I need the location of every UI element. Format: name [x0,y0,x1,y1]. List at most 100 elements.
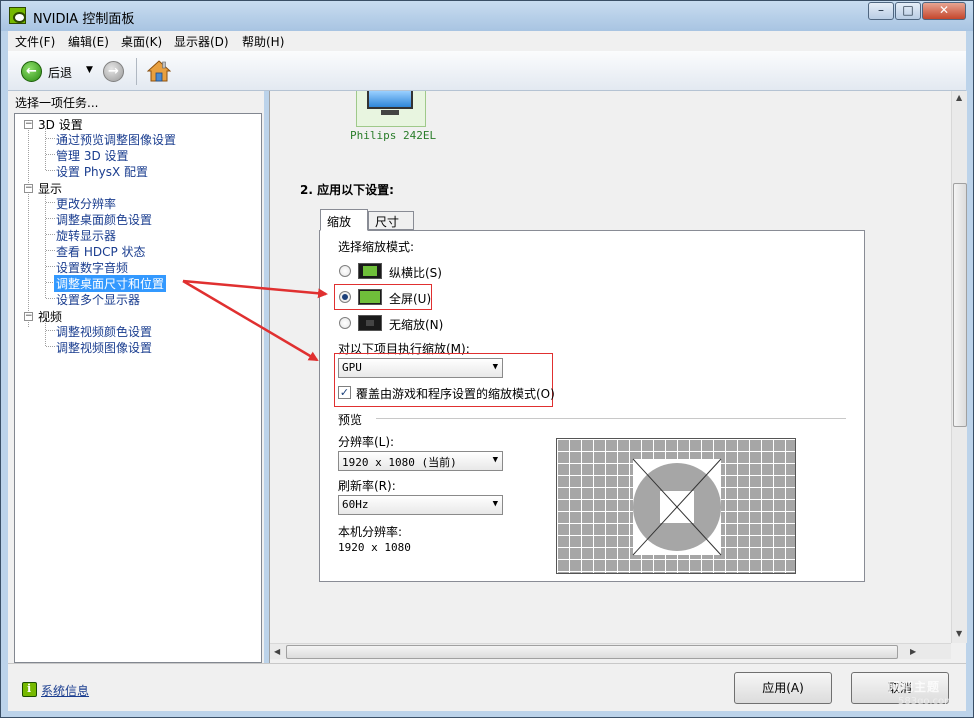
menu-help[interactable]: 帮助(H) [242,33,284,50]
tree-connector [46,170,55,171]
tree-item-manage-3d[interactable]: 管理 3D 设置 [56,147,129,164]
monitor-thumbnail[interactable] [356,91,426,127]
settings-pane: Philips 242EL 2. 应用以下设置: 缩放 尺寸 选择缩放模式: 纵… [269,91,967,663]
resolution-label: 分辨率(L): [338,435,395,449]
scroll-left-icon[interactable]: ◀ [274,647,280,656]
vertical-scrollbar[interactable]: ▲ ▼ [951,91,967,643]
native-resolution-value: 1920 x 1080 [338,541,411,554]
scroll-down-icon[interactable]: ▼ [956,629,962,638]
collapse-3d-icon[interactable]: − [24,120,33,129]
back-button-label[interactable]: 后退 [48,64,72,81]
minimize-button[interactable]: – [868,2,894,20]
tree-connector [45,128,46,170]
tree-connector [46,330,55,331]
tree-item-physx[interactable]: 设置 PhysX 配置 [56,163,148,180]
refresh-rate-value: 60Hz [342,498,369,511]
preview-label: 预览 [338,413,363,427]
apply-button[interactable]: 应用(A) [734,672,832,704]
maximize-button[interactable]: □ [895,2,921,20]
history-dropdown-icon[interactable]: ▼ [86,65,93,75]
native-resolution-label: 本机分辨率: [338,525,403,539]
menu-display[interactable]: 显示器(D) [174,33,229,50]
tree-connector [46,234,55,235]
resolution-value: 1920 x 1080 (当前) [342,456,457,469]
menu-desktop[interactable]: 桌面(K) [121,33,162,50]
tab-size[interactable]: 尺寸 [368,211,414,230]
tree-connector [46,218,55,219]
menu-file[interactable]: 文件(F) [15,33,55,50]
collapse-display-icon[interactable]: − [24,184,33,193]
forward-arrow-icon[interactable]: → [103,61,124,82]
tree-connector [46,346,55,347]
tree-item-digital-audio[interactable]: 设置数字音频 [56,259,128,276]
preview-test-pattern-icon [632,458,722,556]
settings-content: Philips 242EL 2. 应用以下设置: 缩放 尺寸 选择缩放模式: 纵… [270,91,951,643]
tree-item-desktop-size-position[interactable]: 调整桌面尺寸和位置 [54,275,167,292]
nvidia-control-panel-window: NVIDIA 控制面板 – □ ✕ 文件(F) 编辑(E) 桌面(K) 显示器(… [0,0,974,718]
no-scaling-icon [358,315,382,331]
tree-connector [46,298,55,299]
tree-connector [46,138,55,139]
scroll-up-icon[interactable]: ▲ [956,93,962,102]
horizontal-scrollbar[interactable]: ◀ ▶ [270,643,951,659]
refresh-rate-dropdown[interactable]: 60Hz ▼ [338,495,503,515]
perform-scaling-dropdown[interactable]: GPU ▼ [338,358,503,378]
fullscreen-label[interactable]: 全屏(U) [389,290,431,307]
no-scaling-label[interactable]: 无缩放(N) [389,316,443,333]
aspect-ratio-icon [358,263,382,279]
tree-connector [46,266,55,267]
scaling-preview [556,438,796,574]
vertical-scroll-thumb[interactable] [953,183,967,427]
tree-item-preview-image[interactable]: 通过预览调整图像设置 [56,131,176,148]
aspect-ratio-radio[interactable] [339,265,351,277]
resolution-dropdown[interactable]: 1920 x 1080 (当前) ▼ [338,451,503,471]
no-scaling-radio[interactable] [339,317,351,329]
scroll-right-icon[interactable]: ▶ [910,647,916,656]
menu-edit[interactable]: 编辑(E) [68,33,109,50]
toolbar-separator [136,58,137,85]
system-info-icon[interactable] [22,682,37,697]
fullscreen-icon [358,289,382,305]
bottom-bar: 系统信息 应用(A) 取消 [8,663,966,711]
perform-scaling-value: GPU [342,361,362,374]
task-tree[interactable]: − 3D 设置 通过预览调整图像设置 管理 3D 设置 设置 PhysX 配置 … [14,113,262,663]
tab-scaling[interactable]: 缩放 [320,209,368,231]
tree-connector [46,154,55,155]
close-button[interactable]: ✕ [922,2,966,20]
tree-item-video-color[interactable]: 调整视频颜色设置 [56,323,152,340]
watermark-sub-text: 583go.com [898,696,954,707]
tree-item-change-resolution[interactable]: 更改分辨率 [56,195,116,212]
monitor-stand-icon [381,110,399,115]
preview-divider [376,418,846,419]
tree-connector [28,128,29,327]
tree-item-hdcp-status[interactable]: 查看 HDCP 状态 [56,243,146,260]
monitor-name: Philips 242EL [350,129,437,142]
tree-item-rotate-display[interactable]: 旋转显示器 [56,227,116,244]
override-checkbox[interactable]: ✓ [338,386,351,399]
aspect-ratio-label[interactable]: 纵横比(S) [389,264,442,281]
section-title: 2. 应用以下设置: [300,183,394,197]
tree-connector [46,250,55,251]
task-pane: 选择一项任务... − 3D 设置 通过预览调整图像设置 管理 3D 设置 设置… [8,91,264,663]
horizontal-scroll-thumb[interactable] [286,645,898,659]
menu-bar: 文件(F) 编辑(E) 桌面(K) 显示器(D) 帮助(H) [8,31,966,51]
title-bar[interactable]: NVIDIA 控制面板 – □ ✕ [1,1,973,31]
system-info-link[interactable]: 系统信息 [41,682,89,699]
home-icon[interactable] [147,59,171,83]
fullscreen-radio[interactable] [339,291,351,303]
tree-item-video-image[interactable]: 调整视频图像设置 [56,339,152,356]
tree-item-desktop-color[interactable]: 调整桌面颜色设置 [56,211,152,228]
window-title: NVIDIA 控制面板 [33,12,135,27]
refresh-rate-label: 刷新率(R): [338,479,396,493]
nvidia-logo-icon [9,7,26,24]
back-arrow-icon[interactable]: ← [21,61,42,82]
toolbar: ← 后退 ▼ → [8,51,966,91]
tree-item-multiple-displays[interactable]: 设置多个显示器 [56,291,140,308]
scaling-mode-label: 选择缩放模式: [338,240,415,254]
watermark-main-text: 网吧主题 [888,680,941,694]
override-label[interactable]: 覆盖由游戏和程序设置的缩放模式(O) [356,385,555,402]
chevron-down-icon: ▼ [492,362,498,372]
chevron-down-icon: ▼ [492,455,498,465]
collapse-video-icon[interactable]: − [24,312,33,321]
task-pane-header: 选择一项任务... [15,96,99,110]
